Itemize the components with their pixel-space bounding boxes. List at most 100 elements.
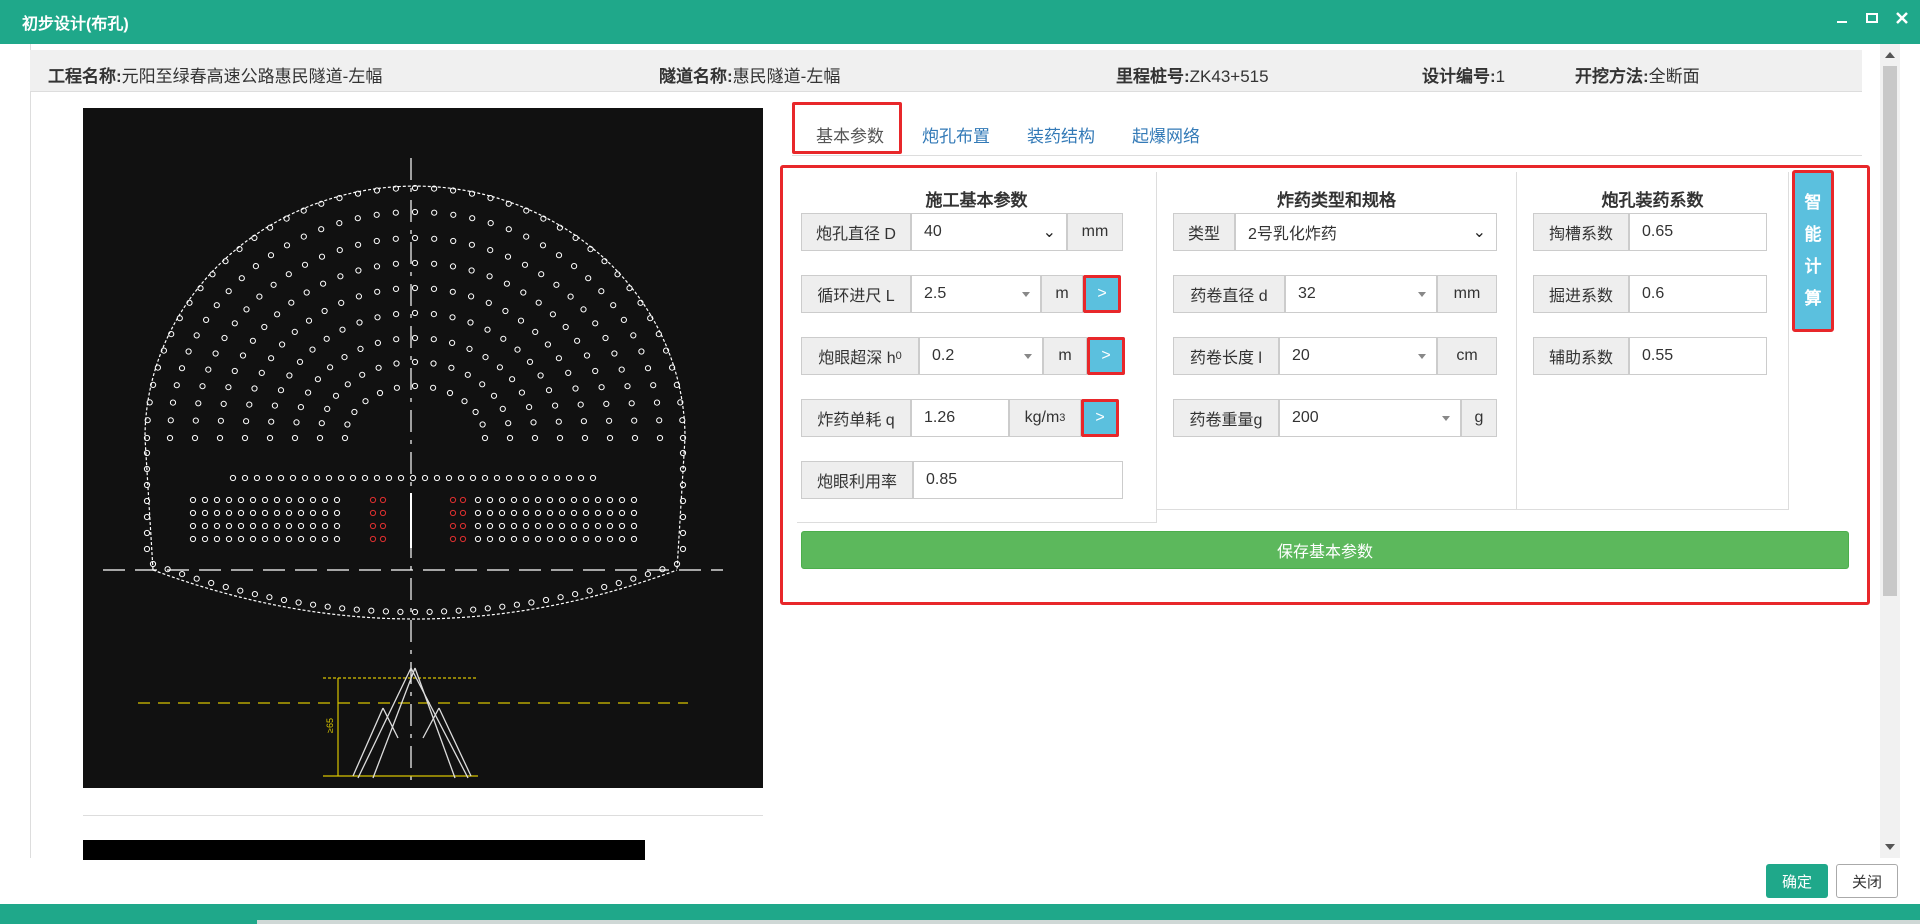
close-button[interactable]: 关闭 <box>1836 864 1898 898</box>
advance-unit: m <box>1041 275 1083 313</box>
blasthole-mark <box>679 529 687 537</box>
smart-calc-button[interactable]: 智 能 计 算 <box>1792 170 1834 332</box>
blasthole-mark <box>411 284 419 292</box>
scroll-up-icon[interactable] <box>1885 52 1895 58</box>
blasthole-mark <box>457 474 465 482</box>
window-title: 初步设计(布孔) <box>22 16 129 33</box>
blasthole-mark <box>459 535 467 543</box>
blasthole-mark <box>195 400 202 407</box>
tab-basic-params[interactable]: 基本参数 <box>816 122 884 147</box>
caret-down-icon[interactable] <box>1442 416 1450 421</box>
blasthole-mark <box>433 474 441 482</box>
blasthole-mark <box>431 235 438 242</box>
overdepth-go-button[interactable]: > <box>1087 337 1125 375</box>
advance-combo[interactable]: 2.5 <box>911 275 1041 313</box>
consumption-unit: kg/m 3 <box>1009 399 1081 437</box>
consumption-go-button[interactable]: > <box>1081 399 1119 437</box>
blasthole-mark <box>373 211 380 218</box>
blasthole-mark <box>552 402 559 409</box>
blasthole-mark <box>594 522 602 530</box>
blasthole-mark <box>618 522 626 530</box>
blasthole-mark <box>583 352 591 359</box>
roll-length-unit: cm <box>1437 337 1497 375</box>
auxiliary-coef-row: 辅助系数 0.55 <box>1533 337 1767 375</box>
blasthole-mark <box>392 209 399 216</box>
blasthole-mark <box>355 293 362 300</box>
tab-charge-structure[interactable]: 装药结构 <box>1027 122 1095 147</box>
blasthole-mark <box>225 522 233 530</box>
blasthole-mark <box>271 402 278 409</box>
blasthole-mark <box>411 382 419 390</box>
maximize-icon[interactable] <box>1864 10 1880 26</box>
blasthole-mark <box>201 496 209 504</box>
blasthole-mark <box>213 535 221 543</box>
blasthole-mark <box>582 496 590 504</box>
scroll-down-icon[interactable] <box>1885 844 1895 850</box>
utilization-input[interactable]: 0.85 <box>913 461 1123 499</box>
roll-weight-combo[interactable]: 200 <box>1279 399 1461 437</box>
blasthole-mark <box>530 419 537 426</box>
blasthole-mark <box>644 571 652 578</box>
caret-down-icon[interactable] <box>1022 292 1030 297</box>
blasthole-mark <box>650 382 657 389</box>
smart-calc-char: 智 <box>1804 193 1822 212</box>
blasthole-mark <box>217 417 224 424</box>
blasthole-mark <box>498 535 506 543</box>
type-label: 类型 <box>1173 213 1235 251</box>
blasthole-mark <box>426 608 433 615</box>
blasthole-mark <box>356 319 363 326</box>
blasthole-mark <box>179 571 186 578</box>
blasthole-mark <box>285 271 292 278</box>
roll-length-combo[interactable]: 20 <box>1279 337 1437 375</box>
blasthole-mark <box>225 535 233 543</box>
blasthole-mark <box>341 434 349 442</box>
blasthole-mark <box>580 306 587 313</box>
blasthole-mark <box>355 267 362 274</box>
confirm-button[interactable]: 确定 <box>1766 864 1828 898</box>
blasthole-mark <box>392 260 399 267</box>
blasthole-mark <box>518 389 525 396</box>
blasthole-mark <box>289 474 297 482</box>
caret-down-icon[interactable] <box>1418 354 1426 359</box>
blasthole-mark <box>546 535 554 543</box>
roll-diameter-combo[interactable]: 32 <box>1285 275 1437 313</box>
overdepth-combo[interactable]: 0.2 <box>919 337 1043 375</box>
explosive-type-select[interactable]: 2号乳化炸药 ⌄ <box>1235 213 1497 251</box>
blasthole-mark <box>541 474 549 482</box>
blasthole-mark <box>265 474 273 482</box>
consumption-input[interactable]: 1.26 <box>911 399 1009 437</box>
blasthole-mark <box>474 535 482 543</box>
blasthole-mark <box>225 288 232 295</box>
tab-hole-layout[interactable]: 炮孔布置 <box>922 122 990 147</box>
blasthole-mark <box>266 434 274 442</box>
blasthole-mark <box>535 299 542 306</box>
blasthole-mark <box>369 496 377 504</box>
caret-down-icon[interactable] <box>1024 354 1032 359</box>
blasthole-mark <box>577 474 585 482</box>
tab-detonation-network[interactable]: 起爆网络 <box>1132 122 1200 147</box>
scroll-thumb[interactable] <box>1883 66 1897 596</box>
blasthole-mark <box>455 607 462 614</box>
blasthole-mark <box>631 417 638 424</box>
diameter-select[interactable]: 40 ⌄ <box>911 213 1067 251</box>
blasthole-mark <box>267 252 275 259</box>
blasthole-mark <box>430 384 437 391</box>
vertical-scrollbar[interactable] <box>1880 44 1900 858</box>
save-basic-params-button[interactable]: 保存基本参数 <box>801 531 1849 569</box>
blasthole-mark <box>505 420 512 427</box>
blasthole-mark <box>341 354 348 361</box>
blasthole-mark <box>392 285 400 292</box>
blasthole-mark <box>513 601 520 608</box>
cut-coef-input[interactable]: 0.65 <box>1629 213 1767 251</box>
close-icon[interactable] <box>1894 10 1910 26</box>
blasthole-mark <box>580 418 587 425</box>
advance-coef-input[interactable]: 0.6 <box>1629 275 1767 313</box>
minimize-icon[interactable] <box>1834 10 1850 26</box>
blasthole-mark <box>296 358 304 365</box>
blasthole-mark <box>553 281 560 288</box>
blasthole-mark <box>249 496 257 504</box>
blasthole-mark <box>193 575 200 582</box>
advance-go-button[interactable]: > <box>1083 275 1121 313</box>
caret-down-icon[interactable] <box>1418 292 1426 297</box>
auxiliary-coef-input[interactable]: 0.55 <box>1629 337 1767 375</box>
